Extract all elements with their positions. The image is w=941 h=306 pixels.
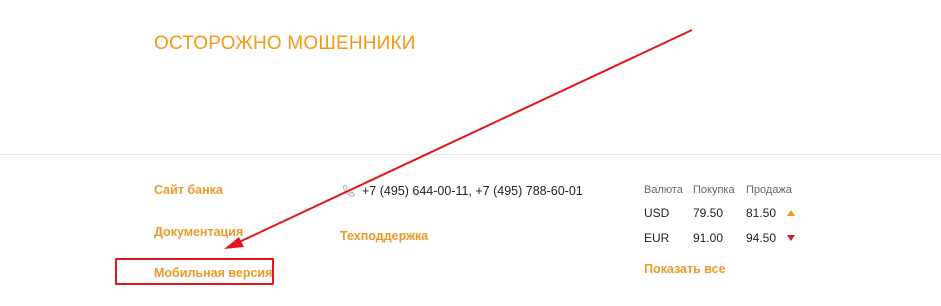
rate-sell: 94.50 <box>746 230 777 245</box>
phone-block: +7 (495) 644-00-11, +7 (495) 788-60-01 <box>341 183 583 199</box>
site-link[interactable]: Сайт банка <box>154 183 223 197</box>
banner-title[interactable]: ОСТОРОЖНО МОШЕННИКИ <box>154 33 416 55</box>
docs-link[interactable]: Документация <box>154 225 243 239</box>
trend-down-icon <box>787 234 795 241</box>
rates-header-sell: Продажа <box>746 184 792 196</box>
rate-buy: 79.50 <box>693 205 724 220</box>
currency-rates: Валюта Покупка Продажа USD 79.50 81.50 E… <box>644 184 795 250</box>
rate-currency: USD <box>644 205 670 220</box>
rate-currency: EUR <box>644 230 670 245</box>
rates-row-usd: USD 79.50 81.50 <box>644 200 795 225</box>
phone-icon <box>341 183 357 199</box>
rate-buy: 91.00 <box>693 230 724 245</box>
support-link[interactable]: Техподдержка <box>340 229 428 243</box>
rate-sell: 81.50 <box>746 205 777 220</box>
rates-header-buy: Покупка <box>693 184 735 196</box>
footer-divider <box>0 154 941 155</box>
rates-row-eur: EUR 91.00 94.50 <box>644 225 795 250</box>
rates-header: Валюта Покупка Продажа <box>644 184 795 200</box>
page: ОСТОРОЖНО МОШЕННИКИ Сайт банка Документа… <box>0 0 941 306</box>
trend-up-icon <box>787 209 795 216</box>
phone-numbers[interactable]: +7 (495) 644-00-11, +7 (495) 788-60-01 <box>362 184 583 198</box>
show-all-rates-link[interactable]: Показать все <box>644 262 726 276</box>
annotation-highlight-box <box>115 258 274 285</box>
rates-header-currency: Валюта <box>644 184 683 196</box>
